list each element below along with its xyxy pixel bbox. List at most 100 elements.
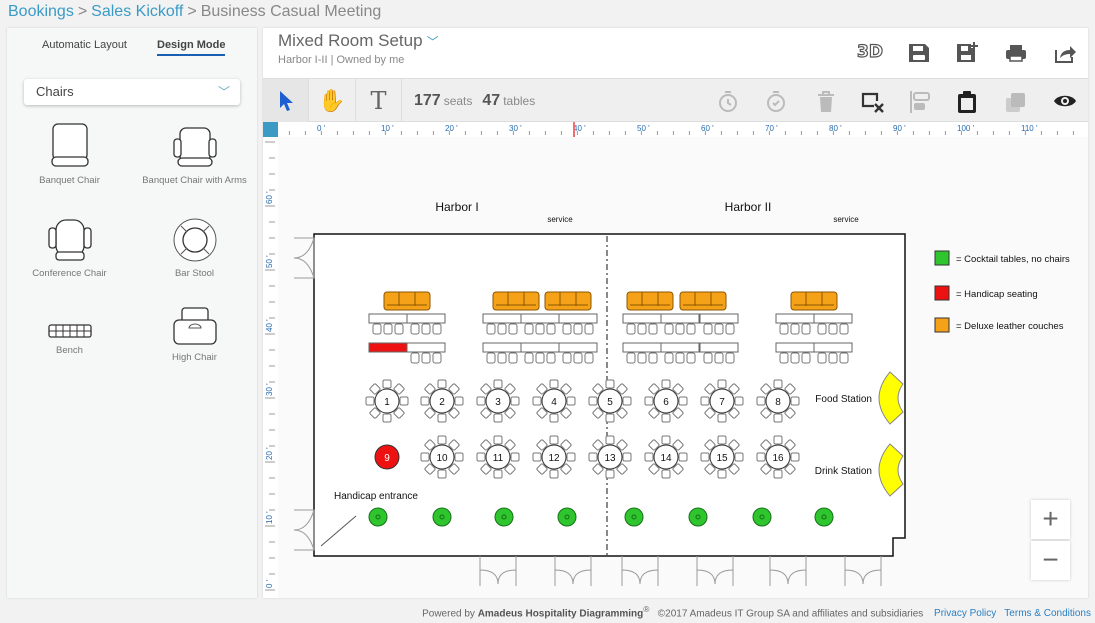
chevron-right-icon: > xyxy=(187,3,197,20)
horizontal-ruler[interactable]: 0 ' 10 ' 20 ' 30 ' 40 ' 50 ' 60 ' 70 ' 80 ' 90 ' 1… xyxy=(263,122,1088,137)
category-value: Chairs xyxy=(36,84,74,99)
chair xyxy=(648,352,658,364)
round-table: 5 xyxy=(588,379,632,423)
visibility-icon[interactable] xyxy=(1053,93,1077,109)
align-icon[interactable] xyxy=(909,90,931,114)
tab-automatic-layout[interactable]: Automatic Layout xyxy=(42,39,127,51)
chair xyxy=(486,352,496,364)
chair xyxy=(432,323,442,335)
chair xyxy=(454,396,464,406)
chair xyxy=(779,323,789,335)
chair xyxy=(410,352,420,364)
chair xyxy=(535,352,545,364)
setup-title[interactable]: Mixed Room Setup ﹀ xyxy=(278,31,439,51)
tab-design-mode[interactable]: Design Mode xyxy=(157,39,226,56)
banquet-table xyxy=(406,342,446,353)
chair xyxy=(626,352,636,364)
chair xyxy=(410,323,420,335)
chair xyxy=(644,452,654,462)
table-number: 6 xyxy=(663,397,669,408)
zoom-out-button[interactable]: − xyxy=(1031,541,1070,580)
chair xyxy=(622,396,632,406)
chair xyxy=(584,323,594,335)
breadcrumb-sales-kickoff[interactable]: Sales Kickoff xyxy=(91,3,183,20)
food-station-label: Food Station xyxy=(815,394,872,405)
chair xyxy=(725,323,735,335)
diagram-header: Mixed Room Setup ﹀ Harbor I-II | Owned by… xyxy=(263,28,1088,78)
save-icon[interactable] xyxy=(907,42,931,64)
palette-label: Bench xyxy=(56,345,83,356)
chair xyxy=(510,396,520,406)
chair xyxy=(493,379,503,389)
text-icon: T xyxy=(370,86,387,115)
cocktail-table xyxy=(624,507,644,527)
clipboard-icon[interactable] xyxy=(957,90,977,114)
counts: 177 seats 47 tables xyxy=(414,92,535,110)
conference-chair-icon xyxy=(47,219,92,261)
floor-plan[interactable]: Harbor I Harbor II service service Handicap … xyxy=(278,137,1088,598)
chair xyxy=(420,452,430,462)
registered-mark: ® xyxy=(643,604,650,614)
legend-label: = Handicap seating xyxy=(956,289,1038,300)
delete-icon[interactable] xyxy=(816,90,836,114)
privacy-policy-link[interactable]: Privacy Policy xyxy=(934,608,996,619)
palette-conference-chair[interactable]: Conference Chair xyxy=(7,218,132,279)
chair xyxy=(535,323,545,335)
service-label: service xyxy=(833,215,859,224)
chair xyxy=(637,352,647,364)
chair xyxy=(432,352,442,364)
round-table: 1 xyxy=(365,379,409,423)
terms-link[interactable]: Terms & Conditions xyxy=(1004,608,1091,619)
table-number: 12 xyxy=(548,453,560,464)
chair xyxy=(661,469,671,479)
ruler-label: 0 ' xyxy=(317,124,326,133)
zoom-in-button[interactable]: + xyxy=(1031,500,1070,539)
select-tool[interactable] xyxy=(263,79,309,122)
hand-icon: ✋ xyxy=(318,87,346,113)
deselect-icon[interactable] xyxy=(860,90,886,114)
chair xyxy=(497,352,507,364)
category-select[interactable]: Chairs ﹀ xyxy=(24,79,240,105)
chevron-down-icon: ﹀ xyxy=(217,85,230,99)
breadcrumb: Bookings > Sales Kickoff > Business Casual M… xyxy=(8,3,381,21)
chair xyxy=(605,379,615,389)
chair xyxy=(573,323,583,335)
chair xyxy=(497,323,507,335)
ruler-corner[interactable] xyxy=(263,122,278,137)
ruler-ticks: 0 ' 10 ' 20 ' 30 ' 40 ' 50 ' 60 ' 70 ' 80 ' 90 ' 1… xyxy=(288,122,1074,137)
palette-bar-stool[interactable]: Bar Stool xyxy=(132,218,257,279)
copyright: ©2017 Amadeus IT Group SA and affiliates… xyxy=(657,608,924,620)
palette-bench[interactable]: Bench xyxy=(7,323,132,356)
door xyxy=(844,556,882,586)
chevron-right-icon: > xyxy=(77,3,88,20)
banquet-table xyxy=(622,313,662,324)
palette-banquet-chair-arms[interactable]: Banquet Chair with Arms xyxy=(132,123,257,186)
door xyxy=(554,556,592,586)
3d-view-icon[interactable]: 3D xyxy=(856,41,883,64)
toolbar: ✋ T 177 seats 47 tables xyxy=(263,78,1088,122)
undo-icon[interactable] xyxy=(716,90,740,114)
pan-tool[interactable]: ✋ xyxy=(309,79,356,122)
chair xyxy=(420,396,430,406)
powered-by: Powered by xyxy=(422,608,475,620)
share-icon[interactable] xyxy=(1053,42,1077,64)
save-as-icon[interactable] xyxy=(955,42,979,64)
redo-icon[interactable] xyxy=(764,90,788,114)
banquet-table xyxy=(482,342,522,353)
duplicate-icon[interactable] xyxy=(1004,90,1028,114)
chair xyxy=(566,452,576,462)
chair xyxy=(437,379,447,389)
cocktail-table xyxy=(557,507,577,527)
banquet-table xyxy=(558,313,598,324)
print-icon[interactable] xyxy=(1004,42,1028,64)
chair xyxy=(437,469,447,479)
banquet-table xyxy=(520,313,560,324)
vertical-ruler[interactable]: 60 ' 50 ' 40 ' 30 ' 20 ' 10 ' 0 ' xyxy=(263,122,278,598)
cocktail-table xyxy=(368,507,388,527)
table-number: 16 xyxy=(772,453,784,464)
ruler-label: 60 ' xyxy=(265,191,274,204)
text-tool[interactable]: T xyxy=(356,79,402,122)
palette-banquet-chair[interactable]: Banquet Chair xyxy=(7,123,132,186)
palette-high-chair[interactable]: High Chair xyxy=(132,306,257,363)
breadcrumb-bookings[interactable]: Bookings xyxy=(8,3,74,20)
